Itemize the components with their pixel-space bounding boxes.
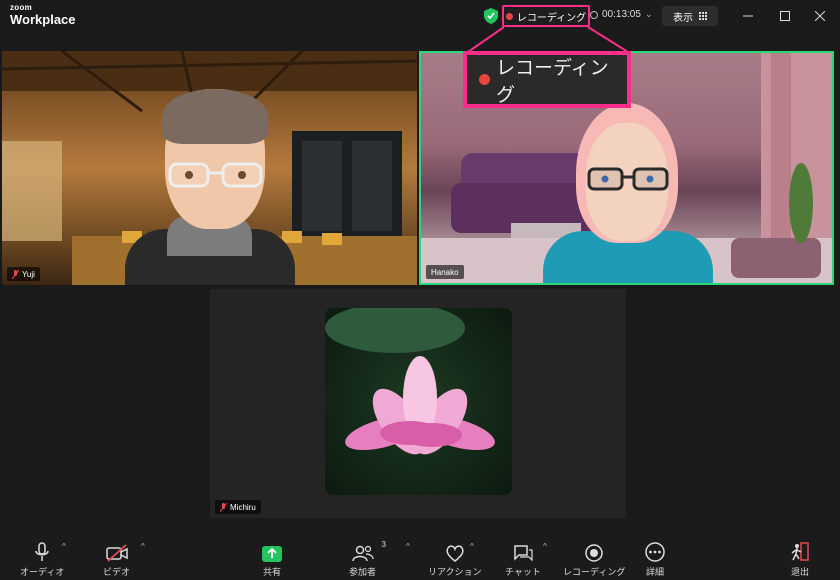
participant-name-tag: Hanako — [426, 265, 464, 279]
leave-label: 退出 — [790, 567, 809, 577]
minimize-icon — [743, 15, 753, 17]
audio-button[interactable]: オーディオ — [20, 540, 64, 578]
video-tile-michiru[interactable]: Michiru — [210, 289, 626, 518]
reactions-options-caret[interactable]: ^ — [470, 542, 474, 551]
meeting-timer[interactable]: 00:13:05 ⌄ — [590, 9, 652, 20]
logo-big-text: Workplace — [10, 12, 76, 27]
close-button[interactable] — [810, 6, 830, 26]
video-off-icon — [105, 544, 128, 562]
audio-options-caret[interactable]: ^ — [62, 542, 66, 551]
clock-icon — [590, 10, 598, 19]
chevron-down-icon: ⌄ — [644, 9, 653, 19]
chat-label: チャット — [505, 567, 541, 577]
logo-small-text: zoom — [10, 3, 33, 12]
more-dots-icon — [645, 542, 665, 562]
participants-label: 参加者 — [349, 567, 377, 577]
zoom-logo: zoom Workplace — [10, 3, 76, 27]
chat-icon — [514, 545, 533, 562]
glasses-icon — [587, 167, 669, 191]
participant-name: Yuji — [22, 269, 35, 279]
chat-button[interactable]: チャット — [505, 540, 541, 578]
title-bar: zoom Workplace レコーディング 00:13:05 ⌄ 表示 — [0, 0, 840, 32]
callout-label: レコーディング — [495, 57, 609, 106]
yuji-avatar-hair — [162, 89, 268, 144]
minimize-button[interactable] — [738, 6, 758, 26]
video-tile-yuji[interactable]: Yuji — [2, 51, 417, 285]
record-label: レコーディング — [563, 567, 626, 577]
maximize-icon — [780, 11, 790, 21]
video-button[interactable]: ビデオ — [103, 540, 130, 578]
more-button[interactable]: 詳細 — [645, 540, 665, 578]
share-screen-icon — [262, 546, 282, 562]
mic-muted-icon — [12, 269, 19, 279]
maximize-button[interactable] — [775, 6, 795, 26]
lotus-flower-image — [325, 308, 512, 495]
recording-indicator[interactable]: レコーディング — [502, 5, 590, 27]
record-button[interactable]: レコーディング — [563, 540, 625, 578]
participants-icon — [351, 545, 374, 562]
view-label: 表示 — [673, 12, 693, 24]
participant-name: Michiru — [230, 502, 256, 512]
shield-icon[interactable] — [484, 8, 498, 24]
participant-name: Hanako — [431, 267, 459, 277]
grid-icon — [699, 12, 707, 20]
timer-value: 00:13:05 — [602, 9, 641, 20]
microphone-icon — [35, 542, 49, 561]
video-label: ビデオ — [103, 567, 131, 577]
record-dot-icon — [505, 12, 513, 20]
heart-icon — [446, 545, 464, 562]
audio-label: オーディオ — [20, 567, 65, 577]
recording-indicator-label: レコーディング — [516, 12, 587, 24]
share-button[interactable]: 共有 — [262, 540, 282, 578]
participants-options-caret[interactable]: ^ — [406, 542, 410, 551]
mic-muted-icon — [220, 502, 227, 512]
chat-options-caret[interactable]: ^ — [543, 542, 547, 551]
close-icon — [815, 11, 825, 21]
video-options-caret[interactable]: ^ — [141, 542, 145, 551]
reactions-label: リアクション — [428, 567, 482, 577]
more-label: 詳細 — [645, 567, 664, 577]
participant-name-tag: Yuji — [7, 267, 40, 281]
view-button[interactable]: 表示 — [662, 6, 718, 26]
share-label: 共有 — [262, 567, 281, 577]
recording-callout: レコーディング — [463, 51, 631, 108]
participant-count: 3 — [381, 540, 386, 549]
participant-name-tag: Michiru — [215, 500, 261, 514]
leave-door-icon — [791, 542, 809, 561]
glasses-icon — [168, 162, 263, 188]
meeting-toolbar: オーディオ ^ ビデオ ^ 共有 3 参加者 ^ リアクション ^ チャット ^… — [0, 532, 840, 580]
record-dot-icon — [479, 74, 490, 85]
record-icon — [585, 544, 603, 562]
leave-button[interactable]: 退出 — [790, 540, 810, 578]
participants-button[interactable]: 3 参加者 — [349, 540, 386, 578]
